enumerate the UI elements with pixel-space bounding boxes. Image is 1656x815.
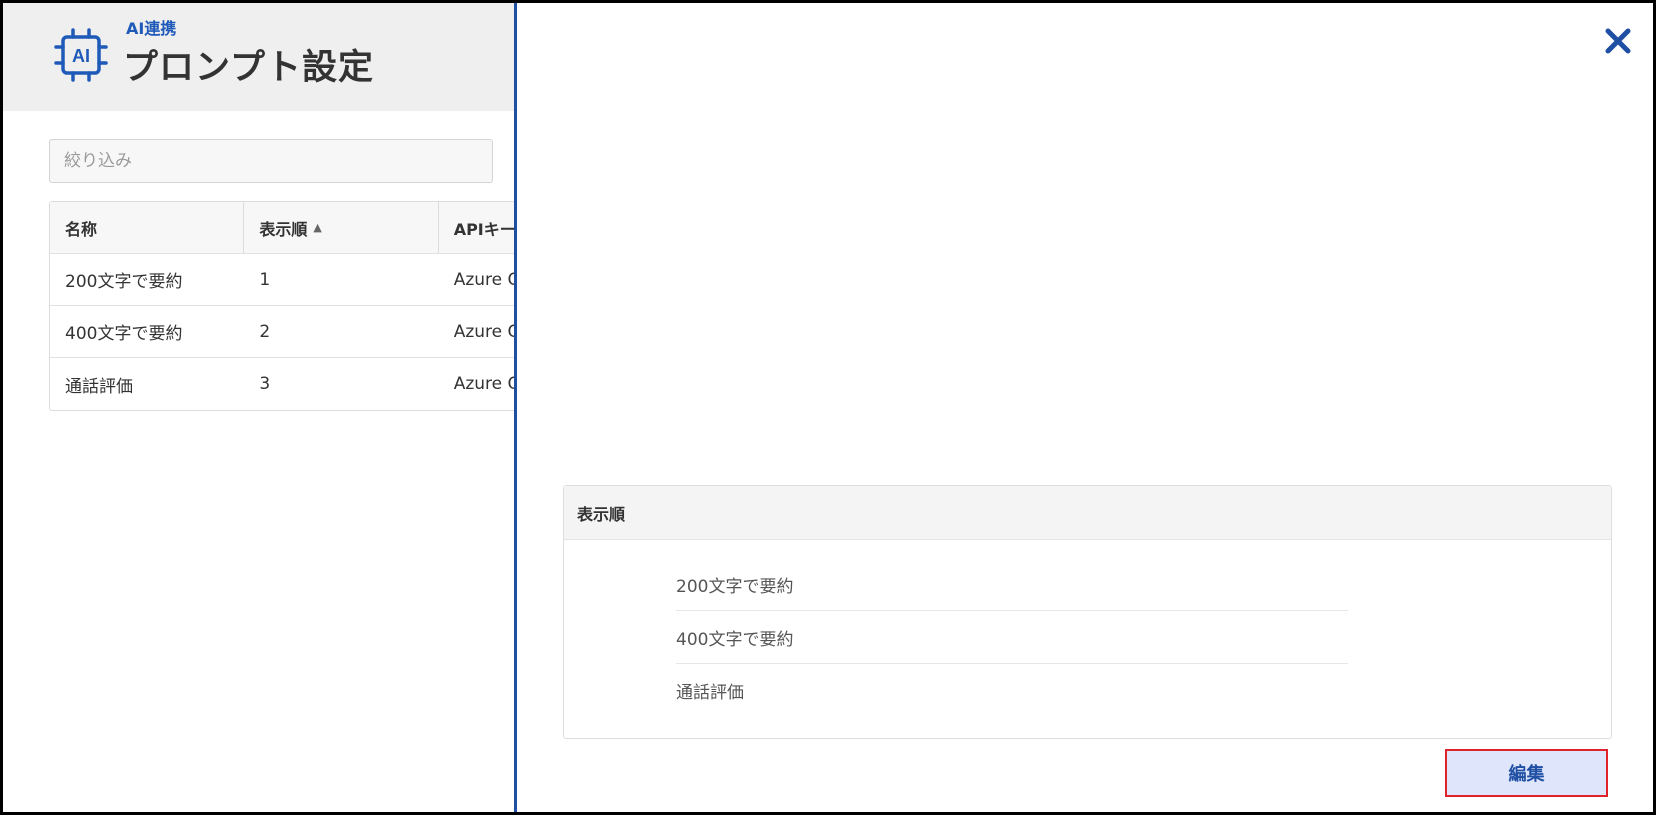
app-window: AI AI連携 プロンプト設定 名称 表示順▲ APIキー 200文字で要約 1… <box>0 0 1656 815</box>
ai-chip-label: AI <box>72 46 90 66</box>
column-header-name[interactable]: 名称 <box>50 202 245 253</box>
close-icon <box>1605 28 1631 54</box>
cell-name: 通話評価 <box>65 376 133 397</box>
column-header-order[interactable]: 表示順 ▲ <box>244 202 439 253</box>
ai-chip-icon: AI <box>54 28 108 82</box>
page-title: プロンプト設定 <box>123 48 374 88</box>
cell-order: 2 <box>259 321 271 342</box>
list-item[interactable]: 通話評価 <box>676 664 1348 717</box>
cell-order: 1 <box>259 269 271 290</box>
display-order-list: 200文字で要約 400文字で要約 通話評価 <box>676 558 1348 717</box>
cell-name: 400文字で要約 <box>65 324 183 344</box>
prompt-settings-page: AI AI連携 プロンプト設定 名称 表示順▲ APIキー 200文字で要約 1… <box>3 3 649 812</box>
close-button[interactable] <box>1600 23 1636 59</box>
filter-input[interactable] <box>49 139 493 183</box>
display-order-section: 表示順 200文字で要約 400文字で要約 通話評価 <box>563 485 1612 739</box>
cell-order: 3 <box>259 374 271 394</box>
sort-asc-icon: ▲ <box>313 221 322 234</box>
display-order-panel: 表示順 200文字で要約 400文字で要約 通話評価 編集 <box>514 3 1653 812</box>
edit-button[interactable]: 編集 <box>1445 749 1608 797</box>
display-order-section-title: 表示順 <box>564 486 1611 540</box>
cell-name: 200文字で要約 <box>65 272 183 292</box>
breadcrumb[interactable]: AI連携 <box>126 15 176 39</box>
list-item[interactable]: 400文字で要約 <box>676 611 1348 664</box>
page-header: AI AI連携 プロンプト設定 <box>3 3 523 111</box>
list-item[interactable]: 200文字で要約 <box>676 558 1348 611</box>
